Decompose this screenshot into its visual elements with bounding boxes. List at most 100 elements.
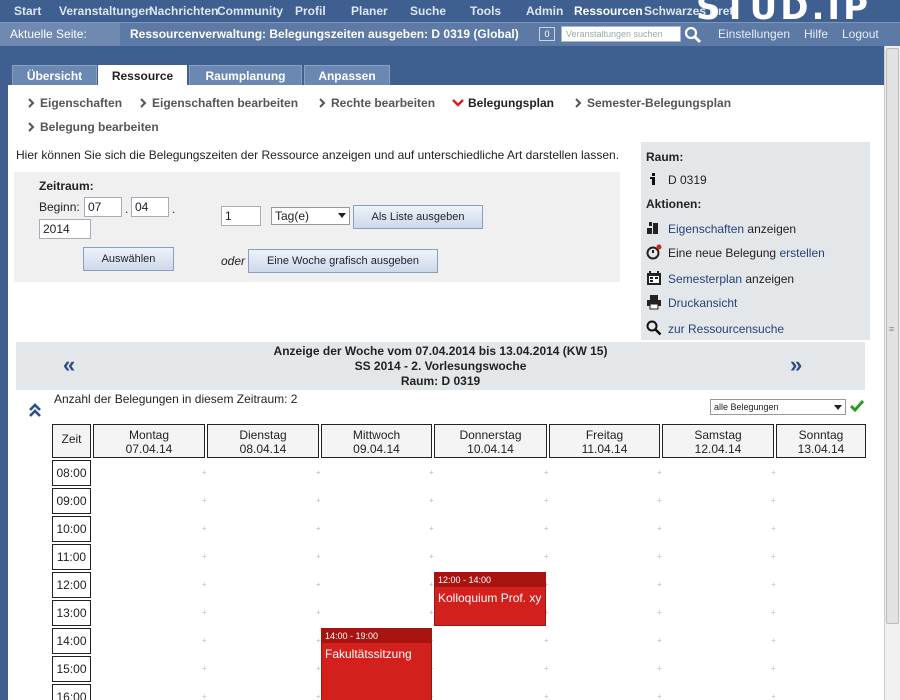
subnav-belegungsplan[interactable]: Belegungsplan xyxy=(452,96,554,110)
nav-admin[interactable]: Admin xyxy=(526,4,563,18)
grid-dot: + xyxy=(771,692,776,700)
begin-label: Beginn: xyxy=(39,200,80,214)
tab-bar: Übersicht Ressource Raumplanung Anpassen xyxy=(8,60,884,85)
nav-tools[interactable]: Tools xyxy=(470,4,501,18)
info-sidebar: Raum: D 0319 Aktionen: Eigenschaften anz… xyxy=(641,142,870,340)
nav-start[interactable]: Start xyxy=(14,4,41,18)
grid-dot: + xyxy=(771,552,776,561)
select-button[interactable]: Auswählen xyxy=(83,247,174,271)
nav-community[interactable]: Community xyxy=(217,4,283,18)
tab-raumplanung[interactable]: Raumplanung xyxy=(189,65,302,85)
grid-dot: + xyxy=(544,468,549,477)
scrollbar-thumb[interactable] xyxy=(886,48,899,624)
grid-dot: + xyxy=(429,524,434,533)
grid-dot: + xyxy=(316,552,321,561)
grid-dot: + xyxy=(771,468,776,477)
grid-dot: + xyxy=(202,468,207,477)
zeitraum-form: Zeitraum: Beginn: 07 . 04 . 2014 Auswähl… xyxy=(14,172,620,282)
nav-nachrichten[interactable]: Nachrichten xyxy=(149,4,218,18)
search-icon xyxy=(646,320,662,336)
grid-dot: + xyxy=(316,524,321,533)
nav-suche[interactable]: Suche xyxy=(410,4,446,18)
subnav-rechte-bearbeiten[interactable]: Rechte bearbeiten xyxy=(317,96,435,110)
collapse-up-icon[interactable] xyxy=(28,402,42,418)
day-header-dienstag: Dienstag 08.04.14 xyxy=(207,424,319,458)
nav-veranstaltungen[interactable]: Veranstaltungen xyxy=(59,4,152,18)
grid-dot: + xyxy=(202,664,207,673)
month-input[interactable]: 04 xyxy=(131,197,169,217)
booking-filter-select[interactable]: alle Belegungen xyxy=(710,399,846,415)
grid-dot: + xyxy=(657,664,662,673)
grid-dot: + xyxy=(429,496,434,505)
notification-counter[interactable]: 0 xyxy=(539,27,555,41)
tab-anpassen[interactable]: Anpassen xyxy=(304,65,390,85)
dropdown-arrow-icon xyxy=(834,405,842,410)
day-input[interactable]: 07 xyxy=(84,197,122,217)
grid-dot: + xyxy=(429,552,434,561)
event-title: Kolloquium Prof. xy xyxy=(438,591,542,605)
grid-dot: + xyxy=(544,552,549,561)
booking-count-text: Anzahl der Belegungen in diesem Zeitraum… xyxy=(54,392,298,406)
grid-dot: + xyxy=(657,524,662,533)
event-time: 12:00 - 14:00 xyxy=(435,573,545,587)
chevron-right-icon xyxy=(140,98,147,108)
help-link[interactable]: Hilfe xyxy=(804,27,828,41)
list-output-button[interactable]: Als Liste ausgeben xyxy=(353,205,483,229)
page-scrollbar[interactable]: ≡ xyxy=(884,46,900,700)
grid-dot: + xyxy=(771,496,776,505)
settings-link[interactable]: Einstellungen xyxy=(718,27,790,41)
chevron-down-icon xyxy=(452,99,464,107)
subnav-semester-belegungsplan[interactable]: Semester-Belegungsplan xyxy=(573,96,731,110)
tab-uebersicht[interactable]: Übersicht xyxy=(12,65,97,85)
grid-dot: + xyxy=(544,636,549,645)
logout-link[interactable]: Logout xyxy=(842,27,879,41)
year-input[interactable]: 2014 xyxy=(39,219,91,239)
page-title: Ressourcenverwaltung: Belegungszeiten au… xyxy=(130,27,519,41)
grid-dot: + xyxy=(202,580,207,589)
week-graphic-button[interactable]: Eine Woche grafisch ausgeben xyxy=(248,249,438,273)
grid-dot: + xyxy=(202,692,207,700)
time-slot: 15:00 xyxy=(52,656,91,682)
nav-profil[interactable]: Profil xyxy=(295,4,326,18)
booking-event[interactable]: 14:00 - 19:00 Fakultätssitzung xyxy=(321,628,432,700)
grid-dot: + xyxy=(544,524,549,533)
semester-week-text: SS 2014 - 2. Vorlesungswoche xyxy=(354,359,527,373)
booking-event[interactable]: 12:00 - 14:00 Kolloquium Prof. xy xyxy=(434,572,546,626)
unit-select[interactable]: Tag(e) xyxy=(271,207,350,225)
grid-dot: + xyxy=(316,468,321,477)
grid-dot: + xyxy=(544,496,549,505)
search-input[interactable]: Veranstaltungen suchen xyxy=(561,26,681,42)
subnav-eigenschaften-bearbeiten[interactable]: Eigenschaften bearbeiten xyxy=(138,96,298,110)
checkmark-icon[interactable] xyxy=(850,400,864,412)
amount-input[interactable]: 1 xyxy=(221,206,261,226)
add-booking-icon xyxy=(646,244,662,260)
grid-dot: + xyxy=(316,608,321,617)
grid-dot: + xyxy=(316,496,321,505)
subnav-eigenschaften[interactable]: Eigenschaften xyxy=(26,96,122,110)
dropdown-arrow-icon xyxy=(338,213,346,218)
week-header: « Anzeige der Woche vom 07.04.2014 bis 1… xyxy=(16,342,865,390)
grip-icon: ≡ xyxy=(889,324,895,334)
search-icon[interactable] xyxy=(684,26,702,44)
grid-dot: + xyxy=(657,468,662,477)
current-page-label: Aktuelle Seite: xyxy=(0,23,120,46)
time-slot: 14:00 xyxy=(52,628,91,654)
intro-text: Hier können Sie sich die Belegungszeiten… xyxy=(16,148,620,162)
nav-ressourcen[interactable]: Ressourcen xyxy=(574,4,643,18)
time-slot: 09:00 xyxy=(52,488,91,514)
date-separator: . xyxy=(125,202,129,216)
room-text: Raum: D 0319 xyxy=(400,374,481,388)
grid-dot: + xyxy=(544,664,549,673)
next-week-icon[interactable]: » xyxy=(790,354,802,376)
grid-dot: + xyxy=(429,608,434,617)
date-separator: . xyxy=(172,202,176,216)
tab-ressource[interactable]: Ressource xyxy=(98,65,187,85)
grid-dot: + xyxy=(657,552,662,561)
subnav-belegung-bearbeiten[interactable]: Belegung bearbeiten xyxy=(26,120,159,134)
time-slot: 12:00 xyxy=(52,572,91,598)
event-title: Fakultätssitzung xyxy=(325,647,412,661)
nav-planer[interactable]: Planer xyxy=(351,4,388,18)
time-slot: 13:00 xyxy=(52,600,91,626)
grid-dot: + xyxy=(657,580,662,589)
chevron-right-icon xyxy=(28,98,35,108)
